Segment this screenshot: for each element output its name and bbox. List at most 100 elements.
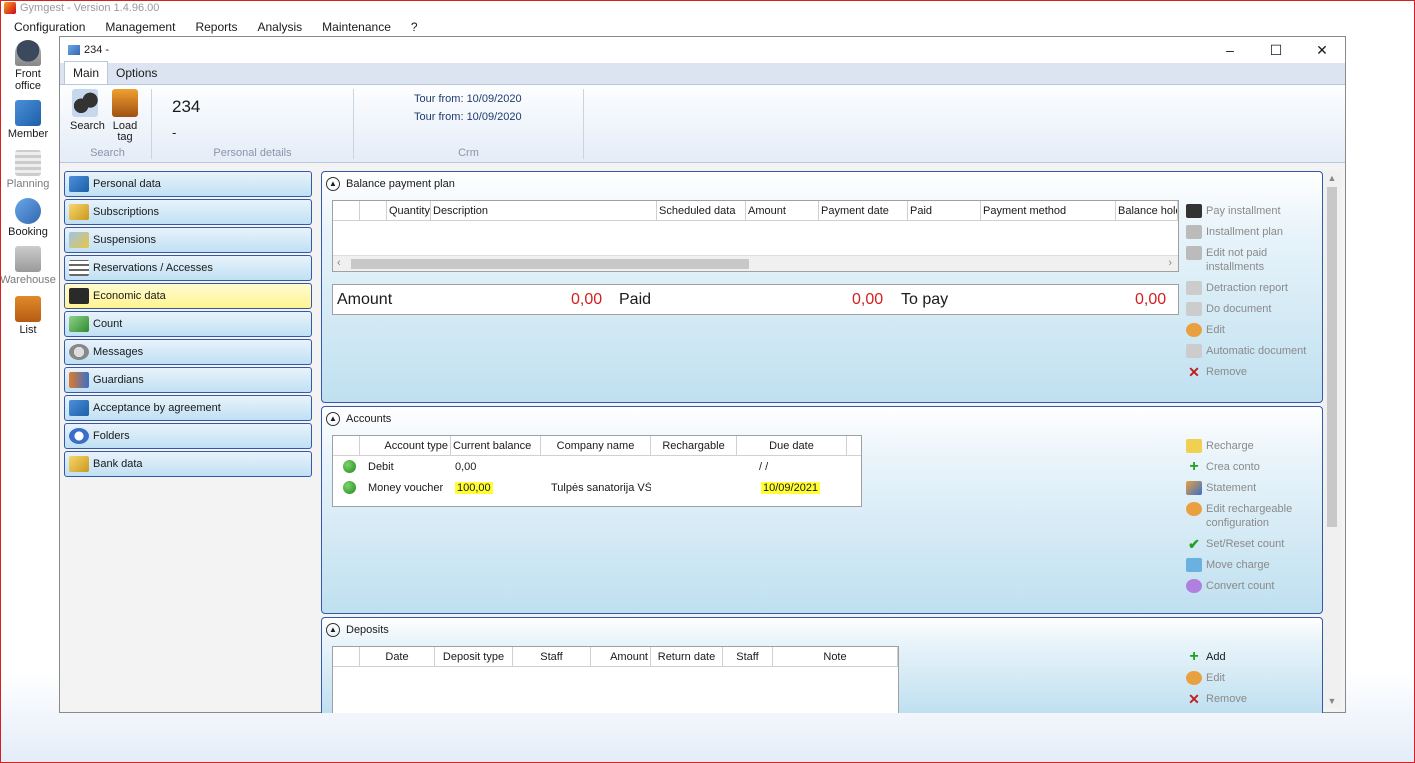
scroll-left-icon[interactable]: ‹ xyxy=(337,257,341,269)
accounts-actions: Recharge + Crea conto Statement Edit rech… xyxy=(1186,439,1306,600)
column-header[interactable]: Due date xyxy=(737,436,847,455)
statement-button[interactable]: Statement xyxy=(1186,481,1306,495)
pay-installment-button[interactable]: Pay installment xyxy=(1186,204,1306,218)
account-type: Money voucher xyxy=(368,481,444,494)
column-header[interactable]: Staff xyxy=(723,647,773,666)
detraction-report-button[interactable]: Detraction report xyxy=(1186,281,1306,295)
tab-options[interactable]: Options xyxy=(108,62,165,84)
nav-acceptance[interactable]: Acceptance by agreement xyxy=(64,395,312,421)
deposits-grid[interactable]: Date Deposit type Staff Amount Return da… xyxy=(332,646,899,713)
plan-icon xyxy=(1186,225,1202,239)
launcher-front-office[interactable]: Front office xyxy=(0,38,56,98)
automatic-document-button[interactable]: Automatic document xyxy=(1186,344,1306,358)
column-header[interactable]: Scheduled data xyxy=(657,201,746,220)
nav-bank-data[interactable]: Bank data xyxy=(64,451,312,477)
collapse-icon[interactable]: ▲ xyxy=(326,623,340,637)
scroll-up-icon[interactable]: ▲ xyxy=(1323,173,1341,183)
scroll-thumb[interactable] xyxy=(1327,187,1337,527)
launcher-label: Planning xyxy=(6,178,50,190)
column-header[interactable]: Payment method xyxy=(981,201,1116,220)
launcher-warehouse[interactable]: Warehouse xyxy=(0,244,56,294)
column-header[interactable] xyxy=(333,436,360,455)
suspension-icon xyxy=(69,232,89,248)
edit-icon xyxy=(1186,671,1202,685)
menu-analysis[interactable]: Analysis xyxy=(257,20,310,34)
vertical-scrollbar[interactable]: ▲ ▼ xyxy=(1323,171,1341,708)
totals-bar: Amount 0,00 Paid 0,00 To pay 0,00 xyxy=(332,284,1179,315)
balance-grid[interactable]: Quantity Description Scheduled data Amou… xyxy=(332,200,1179,272)
scroll-thumb[interactable] xyxy=(351,259,749,269)
nav-folders[interactable]: Folders xyxy=(64,423,312,449)
column-header[interactable] xyxy=(360,201,387,220)
edit-deposit-button[interactable]: Edit xyxy=(1186,671,1247,685)
column-header[interactable] xyxy=(333,201,360,220)
menu-help[interactable]: ? xyxy=(411,20,426,34)
maximize-button[interactable]: ☐ xyxy=(1253,42,1299,59)
column-header[interactable]: Company name xyxy=(541,436,651,455)
table-row[interactable]: Money voucher 100,00 Tulpės sanatorija V… xyxy=(333,477,861,498)
column-header[interactable]: Description xyxy=(431,201,657,220)
nav-reservations[interactable]: Reservations / Accesses xyxy=(64,255,312,281)
scroll-right-icon[interactable]: › xyxy=(1168,257,1172,269)
column-header[interactable]: Paid xyxy=(908,201,981,220)
nav-suspensions[interactable]: Suspensions xyxy=(64,227,312,253)
table-row[interactable]: Debit 0,00 / / xyxy=(333,456,861,477)
edit-rechargeable-button[interactable]: Edit rechargeable configuration xyxy=(1186,502,1306,530)
scroll-down-icon[interactable]: ▼ xyxy=(1323,696,1341,706)
nav-label: Count xyxy=(93,318,123,330)
accounts-grid[interactable]: Account type Current balance Company nam… xyxy=(332,435,862,507)
convert-count-button[interactable]: Convert count xyxy=(1186,579,1306,593)
column-header[interactable]: Payment date xyxy=(819,201,908,220)
menu-configuration[interactable]: Configuration xyxy=(14,20,93,34)
launcher-list[interactable]: List xyxy=(0,294,56,346)
collapse-icon[interactable]: ▲ xyxy=(326,177,340,191)
menu-reports[interactable]: Reports xyxy=(195,20,245,34)
nav-count[interactable]: Count xyxy=(64,311,312,337)
action-label: Edit not paid installments xyxy=(1206,247,1268,273)
column-header[interactable]: Rechargable xyxy=(651,436,737,455)
set-reset-count-button[interactable]: ✔ Set/Reset count xyxy=(1186,537,1306,551)
menu-maintenance[interactable]: Maintenance xyxy=(322,20,399,34)
move-charge-button[interactable]: Move charge xyxy=(1186,558,1306,572)
menu-management[interactable]: Management xyxy=(105,20,183,34)
column-header[interactable]: Quantity xyxy=(387,201,431,220)
close-button[interactable]: ✕ xyxy=(1299,42,1345,59)
column-header[interactable]: Amount xyxy=(746,201,819,220)
column-header[interactable]: Balance hold xyxy=(1116,201,1178,220)
column-header[interactable]: Deposit type xyxy=(435,647,513,666)
column-header[interactable]: Staff xyxy=(513,647,591,666)
launcher-planning[interactable]: Planning xyxy=(0,148,56,196)
load-tag-button[interactable]: Load tag xyxy=(110,89,140,143)
search-button[interactable]: Search xyxy=(70,89,105,132)
minimize-button[interactable]: – xyxy=(1207,42,1253,59)
tab-main[interactable]: Main xyxy=(64,61,109,84)
nav-messages[interactable]: Messages xyxy=(64,339,312,365)
crea-conto-button[interactable]: + Crea conto xyxy=(1186,459,1306,475)
nav-subscriptions[interactable]: Subscriptions xyxy=(64,199,312,225)
column-header[interactable] xyxy=(333,647,360,666)
do-document-button[interactable]: Do document xyxy=(1186,302,1306,316)
column-header[interactable]: Date xyxy=(360,647,435,666)
nav-economic-data[interactable]: Economic data xyxy=(64,283,312,309)
remove-deposit-button[interactable]: ✕ Remove xyxy=(1186,692,1247,706)
launcher-member[interactable]: Member xyxy=(0,98,56,148)
nav-guardians[interactable]: Guardians xyxy=(64,367,312,393)
edit-button[interactable]: Edit xyxy=(1186,323,1306,337)
horizontal-scrollbar[interactable]: ‹ › xyxy=(333,255,1178,271)
installment-plan-button[interactable]: Installment plan xyxy=(1186,225,1306,239)
nav-personal-data[interactable]: Personal data xyxy=(64,171,312,197)
collapse-icon[interactable]: ▲ xyxy=(326,412,340,426)
add-deposit-button[interactable]: + Add xyxy=(1186,649,1247,665)
edit-not-paid-button[interactable]: Edit not paid installments xyxy=(1186,246,1306,274)
column-header[interactable]: Current balance xyxy=(451,436,541,455)
launcher-booking[interactable]: Booking xyxy=(0,196,56,244)
column-header[interactable]: Note xyxy=(773,647,898,666)
recharge-button[interactable]: Recharge xyxy=(1186,439,1306,453)
move-icon xyxy=(1186,558,1202,572)
column-header[interactable]: Return date xyxy=(651,647,723,666)
column-header[interactable]: Amount xyxy=(591,647,651,666)
checkmark-icon: ✔ xyxy=(1188,536,1200,552)
card-icon xyxy=(1186,204,1202,218)
remove-button[interactable]: ✕ Remove xyxy=(1186,365,1306,379)
column-header[interactable]: Account type xyxy=(360,436,451,455)
